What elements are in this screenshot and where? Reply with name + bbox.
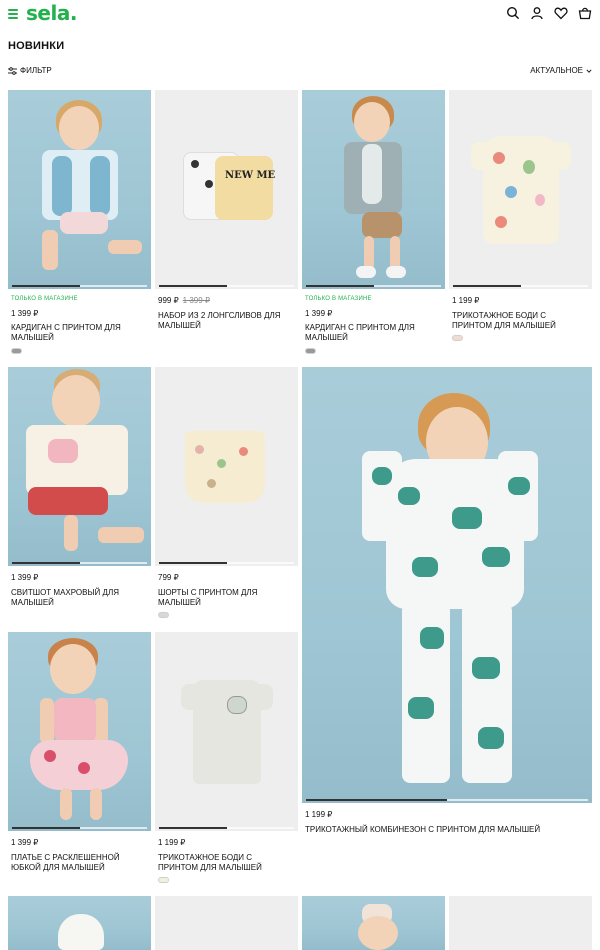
product-image[interactable] [155,896,298,950]
product-card[interactable]: ТОЛЬКО В МАГАЗИНЕ 1 399 ₽ КАРДИГАН С ПРИ… [8,90,151,362]
menu-icon[interactable] [8,9,18,19]
product-card[interactable]: 799 ₽ ШОРТЫ С ПРИНТОМ ДЛЯ МАЛЫШЕЙ [155,367,298,627]
product-price: 799 ₽ [158,573,179,582]
product-price: 999 ₽1 399 ₽ [158,296,210,305]
product-name[interactable]: КАРДИГАН С ПРИНТОМ ДЛЯ МАЛЫШЕЙ [305,323,440,343]
product-image[interactable] [155,632,298,831]
product-image[interactable] [8,896,151,950]
logo[interactable]: sela. [26,1,77,25]
product-image[interactable] [155,367,298,566]
filter-button[interactable]: ФИЛЬТР [8,66,52,75]
product-price: 1 399 ₽ [11,838,39,847]
filter-label: ФИЛЬТР [20,66,52,75]
product-image[interactable] [302,367,592,803]
color-swatch[interactable] [158,877,169,883]
product-price: 1 399 ₽ [11,573,39,582]
page-title: НОВИНКИ [8,40,65,52]
product-price: 1 399 ₽ [305,309,333,318]
bag-icon[interactable] [578,6,592,20]
product-card[interactable]: NEW ME 999 ₽1 399 ₽ НАБОР ИЗ 2 ЛОНГСЛИВО… [155,90,298,362]
old-price: 1 399 ₽ [182,296,211,305]
account-icon[interactable] [530,6,544,20]
product-price: 1 199 ₽ [158,838,186,847]
product-card[interactable]: 1 199 ₽ ТРИКОТАЖНЫЙ КОМБИНЕЗОН С ПРИНТОМ… [302,367,592,837]
current-price: 999 ₽ [158,296,179,305]
product-image[interactable] [302,90,445,289]
product-name[interactable]: ТРИКОТАЖНОЕ БОДИ С ПРИНТОМ ДЛЯ МАЛЫШЕЙ [452,311,587,331]
product-card[interactable]: 1 199 ₽ ТРИКОТАЖНОЕ БОДИ С ПРИНТОМ ДЛЯ М… [155,632,298,890]
product-card[interactable]: 1 199 ₽ ТРИКОТАЖНОЕ БОДИ С ПРИНТОМ ДЛЯ М… [449,90,592,362]
color-swatch[interactable] [11,348,22,354]
chevron-down-icon [586,68,592,73]
product-name[interactable]: ШОРТЫ С ПРИНТОМ ДЛЯ МАЛЫШЕЙ [158,588,293,608]
search-icon[interactable] [506,6,520,20]
header-actions [506,6,592,20]
product-name[interactable]: СВИТШОТ МАХРОВЫЙ ДЛЯ МАЛЫШЕЙ [11,588,146,608]
product-card[interactable]: 1 399 ₽ СВИТШОТ МАХРОВЫЙ ДЛЯ МАЛЫШЕЙ [8,367,151,627]
product-name[interactable]: ТРИКОТАЖНОЕ БОДИ С ПРИНТОМ ДЛЯ МАЛЫШЕЙ [158,853,293,873]
product-image[interactable] [449,90,592,289]
catalog-toolbar: ФИЛЬТР АКТУАЛЬНОЕ [0,66,600,80]
product-image[interactable] [8,632,151,831]
product-image[interactable] [8,367,151,566]
color-swatch[interactable] [158,612,169,618]
store-only-badge: ТОЛЬКО В МАГАЗИНЕ [11,296,78,302]
site-header: sela. [0,0,600,30]
product-image[interactable] [8,90,151,289]
product-card[interactable]: 1 399 ₽ ПЛАТЬЕ С РАСКЛЕШЕННОЙ ЮБКОЙ ДЛЯ … [8,632,151,890]
product-name[interactable]: НАБОР ИЗ 2 ЛОНГСЛИВОВ ДЛЯ МАЛЫШЕЙ [158,311,293,331]
product-card[interactable] [155,896,298,950]
product-card[interactable] [449,896,592,950]
product-price: 1 199 ₽ [452,296,480,305]
color-swatch[interactable] [452,335,463,341]
product-price: 1 399 ₽ [11,309,39,318]
product-price: 1 199 ₽ [305,810,333,819]
product-image[interactable] [449,896,592,950]
heart-icon[interactable] [554,6,568,20]
product-name[interactable]: ПЛАТЬЕ С РАСКЛЕШЕННОЙ ЮБКОЙ ДЛЯ МАЛЫШЕЙ [11,853,146,873]
product-card[interactable] [302,896,445,950]
product-image[interactable] [302,896,445,950]
product-name[interactable]: ТРИКОТАЖНЫЙ КОМБИНЕЗОН С ПРИНТОМ ДЛЯ МАЛ… [305,825,585,835]
sort-dropdown[interactable]: АКТУАЛЬНОЕ [530,66,592,75]
product-card[interactable] [8,896,151,950]
sort-label: АКТУАЛЬНОЕ [530,66,583,75]
store-only-badge: ТОЛЬКО В МАГАЗИНЕ [305,296,372,302]
product-card[interactable]: ТОЛЬКО В МАГАЗИНЕ 1 399 ₽ КАРДИГАН С ПРИ… [302,90,445,362]
color-swatch[interactable] [305,348,316,354]
filter-icon [8,66,17,75]
product-image[interactable]: NEW ME [155,90,298,289]
product-name[interactable]: КАРДИГАН С ПРИНТОМ ДЛЯ МАЛЫШЕЙ [11,323,146,343]
